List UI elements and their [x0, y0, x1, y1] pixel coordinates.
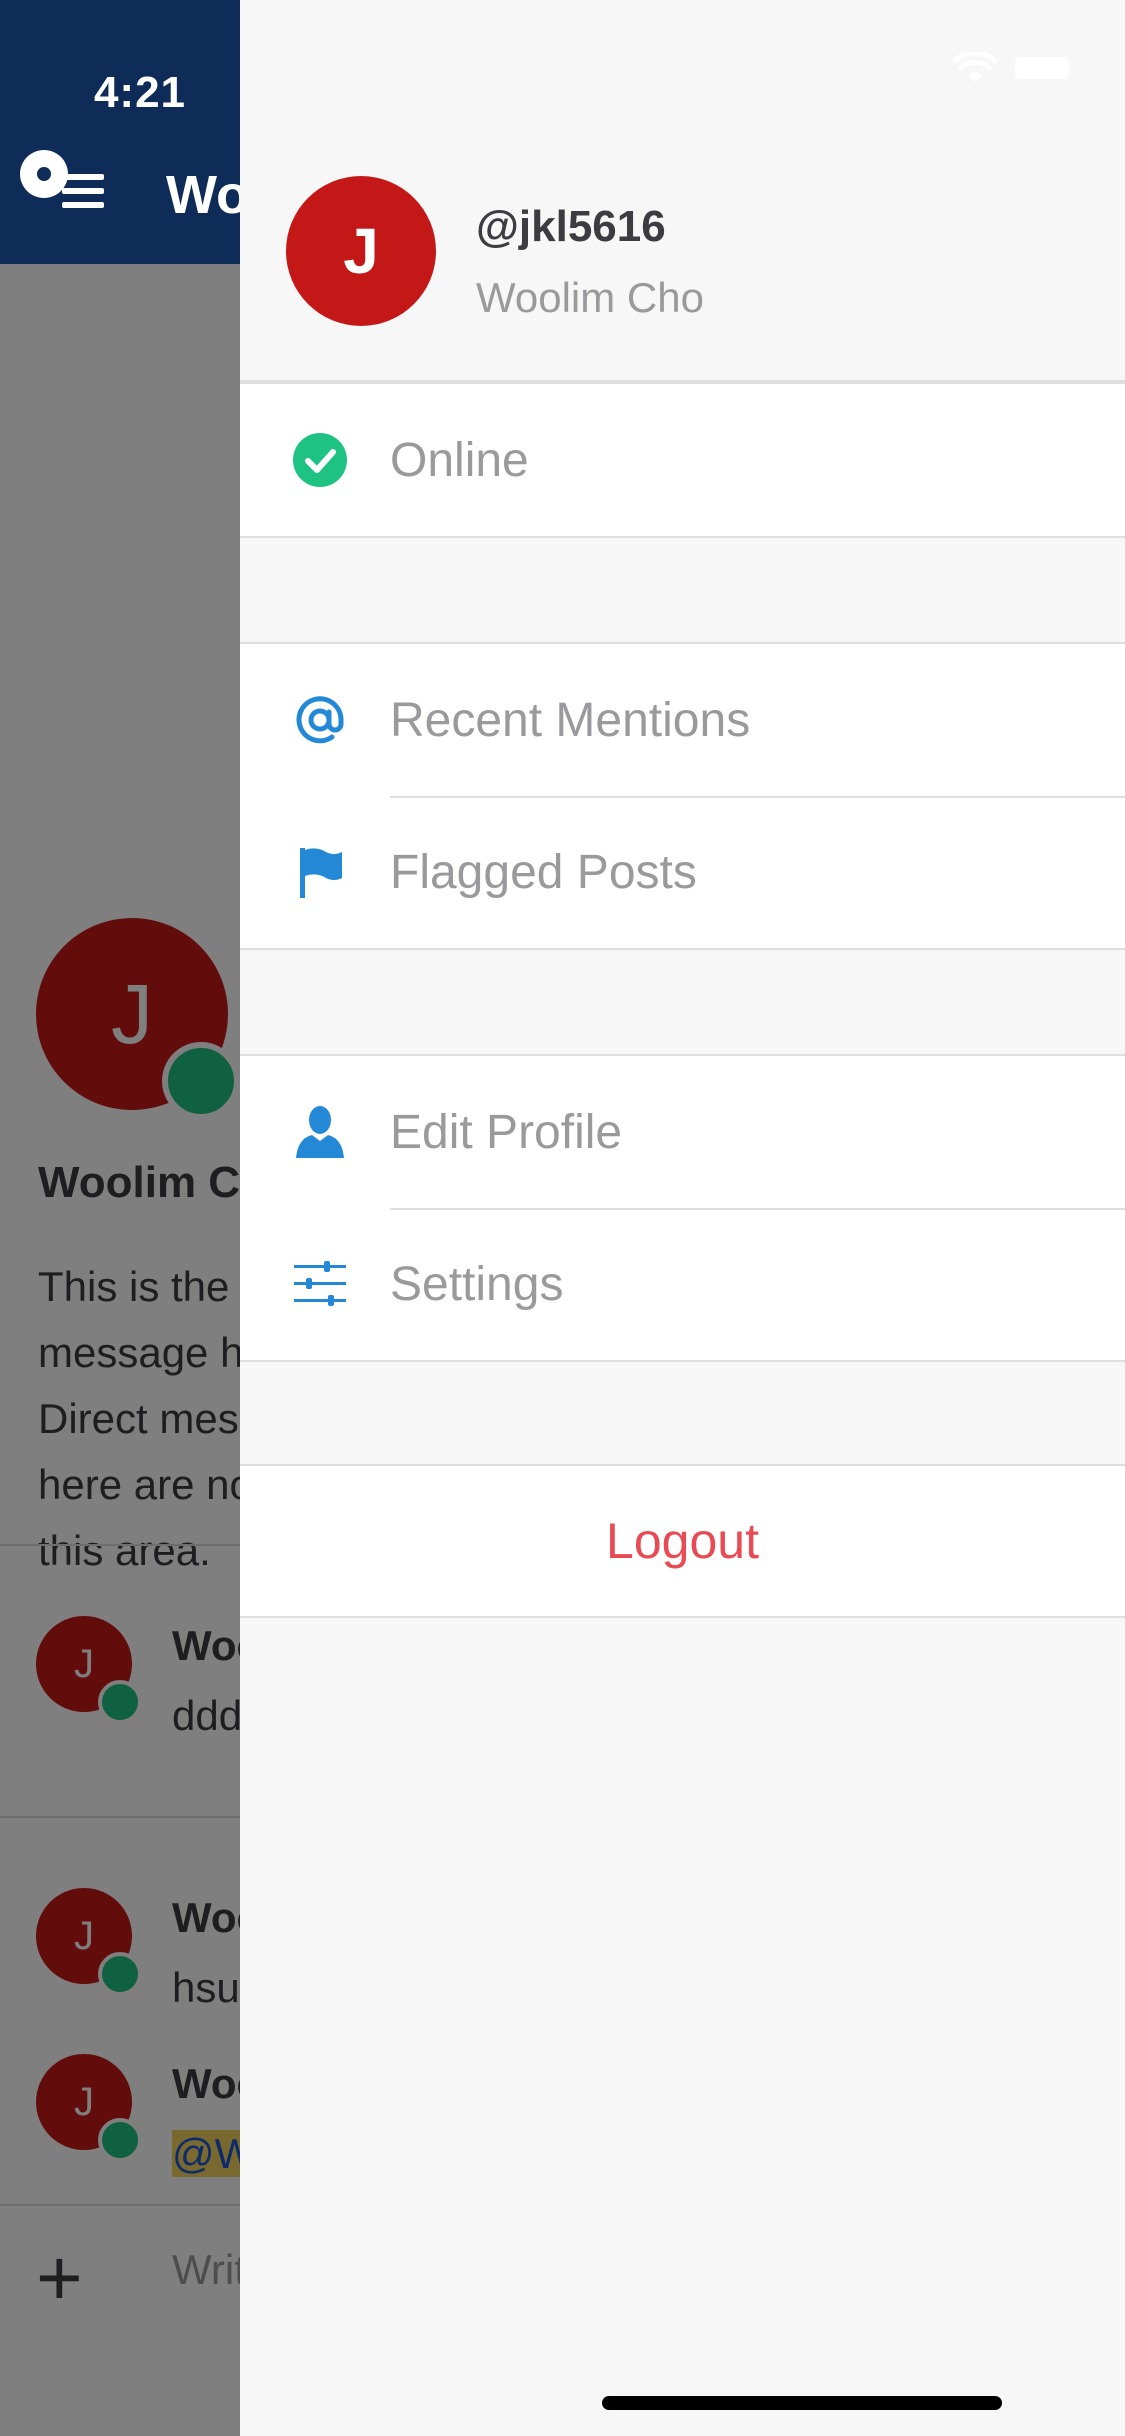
menu-item-edit-profile[interactable]: Edit Profile	[240, 1056, 1125, 1208]
settings-drawer: J @jkl5616 Woolim Cho Online Recent Ment…	[240, 0, 1125, 2436]
profile-header[interactable]: J @jkl5616 Woolim Cho	[240, 0, 1125, 382]
status-label: Online	[390, 433, 529, 487]
profile-full-name: Woolim Cho	[476, 274, 704, 321]
menu-item-label: Settings	[390, 1257, 564, 1311]
status-row[interactable]: Online	[240, 384, 1125, 536]
account-section: Edit Profile Settings	[240, 1054, 1125, 1362]
mentions-section: Recent Mentions Flagged Posts	[240, 642, 1125, 950]
channel-drawer-icon[interactable]	[18, 148, 114, 212]
status-section: Online	[240, 382, 1125, 538]
logout-button[interactable]: Logout	[240, 1466, 1125, 1616]
status-time: 4:21	[93, 68, 187, 117]
flag-icon	[292, 844, 348, 900]
menu-item-flagged-posts[interactable]: Flagged Posts	[240, 796, 1125, 948]
menu-item-label: Flagged Posts	[390, 845, 697, 899]
person-icon	[292, 1104, 348, 1160]
sliders-icon	[292, 1256, 348, 1312]
battery-icon	[1015, 57, 1069, 79]
logout-section: Logout	[240, 1464, 1125, 1618]
menu-item-settings[interactable]: Settings	[240, 1208, 1125, 1360]
logout-label: Logout	[606, 1513, 759, 1569]
menu-item-label: Edit Profile	[390, 1105, 623, 1159]
online-status-icon	[292, 432, 348, 488]
at-icon	[292, 692, 348, 748]
drawer-dim-overlay[interactable]	[0, 264, 240, 2436]
wifi-icon	[953, 52, 997, 82]
status-icons	[953, 52, 1069, 84]
profile-avatar[interactable]: J	[286, 176, 436, 326]
home-indicator	[602, 2396, 1002, 2410]
menu-item-recent-mentions[interactable]: Recent Mentions	[240, 644, 1125, 796]
profile-username: @jkl5616	[476, 202, 666, 251]
menu-item-label: Recent Mentions	[390, 693, 751, 747]
